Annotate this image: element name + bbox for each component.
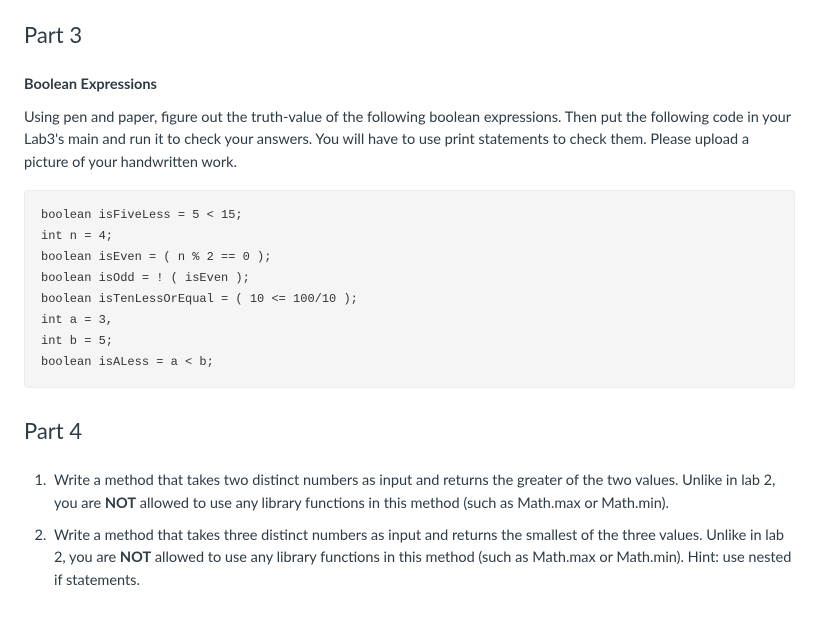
list-item: Write a method that takes three distinct… bbox=[50, 525, 795, 592]
part-3-heading: Part 3 bbox=[24, 18, 795, 52]
boolean-expressions-subhead: Boolean Expressions bbox=[24, 74, 795, 96]
code-block: boolean isFiveLess = 5 < 15; int n = 4; … bbox=[24, 190, 795, 388]
part-4-heading: Part 4 bbox=[24, 414, 795, 448]
list-item: Write a method that takes two distinct n… bbox=[50, 470, 795, 515]
item-text-bold: NOT bbox=[120, 549, 151, 566]
item-text-bold: NOT bbox=[105, 495, 136, 512]
part-4-list: Write a method that takes two distinct n… bbox=[24, 470, 795, 592]
item-text-post: allowed to use any library functions in … bbox=[54, 549, 791, 588]
item-text-post: allowed to use any library functions in … bbox=[136, 495, 669, 512]
part-3-intro: Using pen and paper, figure out the trut… bbox=[24, 107, 795, 174]
